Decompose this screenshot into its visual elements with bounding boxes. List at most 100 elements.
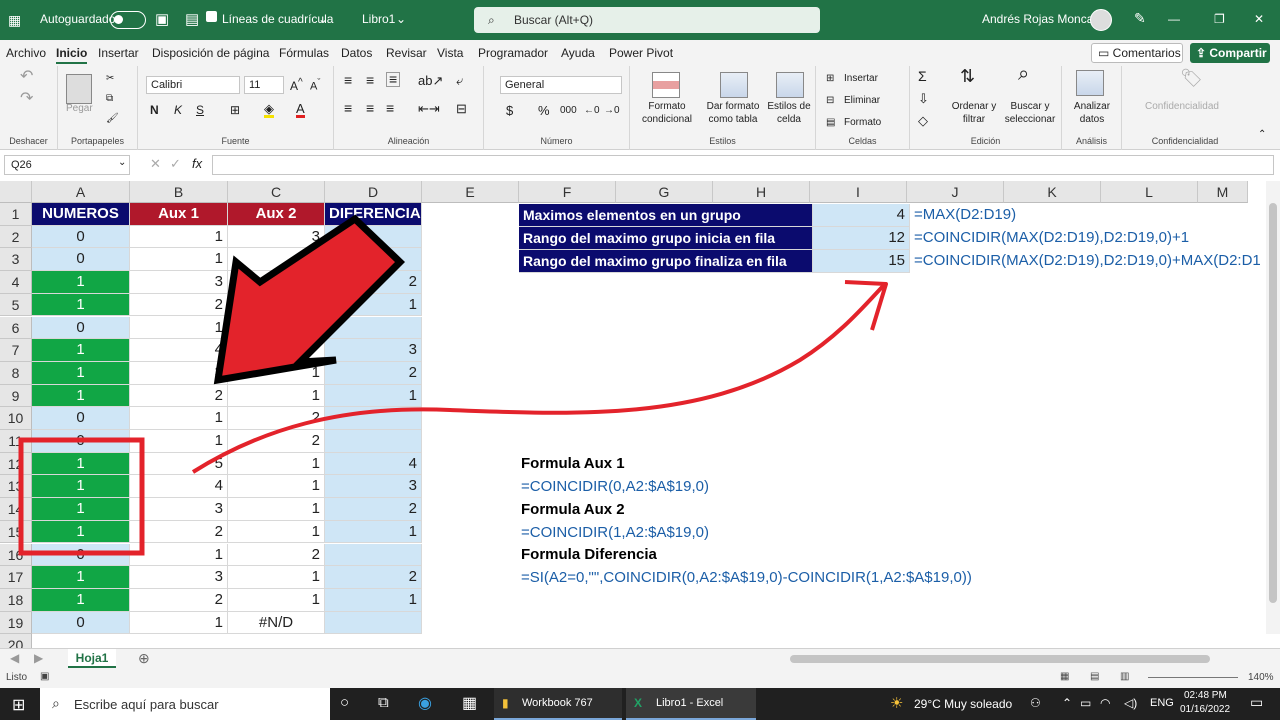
conditional-format-label-2[interactable]: condicional xyxy=(636,113,698,126)
horizontal-scrollbar[interactable] xyxy=(790,655,1210,663)
column-header[interactable]: J xyxy=(907,181,1004,203)
table-cell[interactable]: 1 xyxy=(325,520,422,544)
edge-icon[interactable]: ◉ xyxy=(418,693,432,713)
font-color-icon[interactable]: A xyxy=(296,102,305,118)
chevron-down-icon[interactable]: ⌄ xyxy=(318,12,328,26)
windows-start-icon[interactable]: ⊞ xyxy=(12,695,25,715)
table-cell[interactable]: Aux 1 xyxy=(130,203,228,226)
summary-value[interactable]: 4 xyxy=(813,204,910,227)
conditional-format-icon[interactable] xyxy=(652,72,680,98)
taskbar-search[interactable]: ⌕ Escribe aquí para buscar xyxy=(40,688,330,720)
tab-archivo[interactable]: Archivo xyxy=(6,46,46,60)
normal-view-icon[interactable]: ▦ xyxy=(1060,671,1069,682)
weather-sun-icon[interactable]: ☀ xyxy=(890,694,903,712)
undo-icon[interactable]: ↶ xyxy=(20,69,33,85)
save-icon[interactable]: ▣ xyxy=(155,10,169,28)
row-header[interactable]: 1 xyxy=(0,203,32,226)
row-header[interactable]: 8 xyxy=(0,361,32,385)
delete-cells-icon[interactable]: ⊟ xyxy=(826,94,834,107)
column-header[interactable]: L xyxy=(1101,181,1198,203)
notification-icon[interactable]: ▭ xyxy=(1250,694,1263,711)
table-cell[interactable]: 1 xyxy=(32,339,130,362)
summary-formula[interactable]: =COINCIDIR(MAX(D2:D19),D2:D19,0)+MAX(D2:… xyxy=(910,250,1264,273)
table-cell[interactable]: 2 xyxy=(325,271,422,294)
table-cell[interactable]: 3 xyxy=(228,225,325,249)
table-cell[interactable]: 1 xyxy=(228,384,325,408)
percent-button[interactable]: % xyxy=(538,104,550,117)
format-table-icon[interactable] xyxy=(720,72,748,98)
column-header[interactable]: D xyxy=(325,181,422,203)
table-cell[interactable]: 1 xyxy=(228,588,325,612)
show-hidden-icons-icon[interactable]: ⌃ xyxy=(1062,696,1072,710)
table-cell[interactable]: 1 xyxy=(130,611,228,635)
analyze-data-icon[interactable] xyxy=(1076,70,1104,96)
insert-cells-button[interactable]: Insertar xyxy=(844,72,878,85)
chevron-down-icon[interactable]: ⌄ xyxy=(118,157,126,168)
formula-input[interactable] xyxy=(212,155,1274,175)
table-cell[interactable] xyxy=(228,316,325,340)
tab-vista[interactable]: Vista xyxy=(437,46,463,60)
table-cell[interactable]: 1 xyxy=(325,588,422,612)
fx-button[interactable]: fx xyxy=(192,156,202,171)
increase-decimal-icon[interactable]: ←0 xyxy=(584,104,600,117)
table-cell[interactable] xyxy=(228,293,325,317)
table-cell[interactable]: 1 xyxy=(228,520,325,544)
redo-icon[interactable]: ↷ xyxy=(20,91,33,107)
table-cell[interactable] xyxy=(228,339,325,362)
table-cell[interactable]: 2 xyxy=(130,588,228,612)
restore-icon[interactable]: ❐ xyxy=(1214,12,1225,26)
sort-filter-label-2[interactable]: filtrar xyxy=(948,113,1000,126)
table-cell[interactable]: 1 xyxy=(228,475,325,499)
table-cell[interactable]: 4 xyxy=(130,475,228,499)
table-cell[interactable]: 2 xyxy=(325,361,422,385)
table-cell[interactable]: 2 xyxy=(228,430,325,453)
format-cells-button[interactable]: Formato xyxy=(844,116,881,129)
user-name[interactable]: Andrés Rojas Moncada xyxy=(982,12,1107,26)
note-formula[interactable]: =COINCIDIR(0,A2:$A$19,0) xyxy=(517,476,713,499)
avatar[interactable] xyxy=(1090,9,1112,31)
table-cell[interactable]: 1 xyxy=(130,225,228,249)
column-header[interactable]: F xyxy=(519,181,616,203)
table-cell[interactable]: 2 xyxy=(228,407,325,430)
row-header[interactable]: 3 xyxy=(0,248,32,272)
row-header[interactable]: 14 xyxy=(0,498,32,521)
tab-insertar[interactable]: Insertar xyxy=(98,46,139,60)
row-header[interactable]: 17 xyxy=(0,566,32,589)
font-size-select[interactable]: 11 xyxy=(244,76,284,94)
volume-icon[interactable]: ◁) xyxy=(1124,696,1137,710)
table-cell[interactable] xyxy=(325,430,422,453)
column-header[interactable]: G xyxy=(616,181,713,203)
table-cell[interactable]: 2 xyxy=(130,293,228,317)
table-cell[interactable]: 1 xyxy=(32,293,130,317)
table-cell[interactable]: DIFERENCIA xyxy=(325,203,422,226)
row-header[interactable]: 6 xyxy=(0,316,32,340)
table-cell[interactable]: 1 xyxy=(325,384,422,408)
table-cell[interactable]: 0 xyxy=(32,225,130,249)
summary-value[interactable]: 12 xyxy=(813,227,910,250)
gridlines-checkbox[interactable] xyxy=(206,11,217,22)
table-cell[interactable]: 3 xyxy=(130,271,228,294)
table-cell[interactable]: 2 xyxy=(325,498,422,521)
clock-date[interactable]: 01/16/2022 xyxy=(1180,704,1230,715)
table-cell[interactable]: 1 xyxy=(32,498,130,521)
table-cell[interactable]: 0 xyxy=(32,407,130,430)
table-cell[interactable]: 0 xyxy=(32,430,130,453)
summary-label[interactable]: Rango del maximo grupo finaliza en fila xyxy=(519,250,813,273)
comments-button[interactable]: ▭ Comentarios xyxy=(1091,43,1183,63)
row-header[interactable]: 16 xyxy=(0,543,32,567)
summary-value[interactable]: 15 xyxy=(813,250,910,273)
table-cell[interactable] xyxy=(325,543,422,567)
pen-icon[interactable]: ✎ xyxy=(1134,10,1146,27)
table-cell[interactable]: 1 xyxy=(32,566,130,589)
share-button[interactable]: ⇪ Compartir xyxy=(1190,43,1270,63)
note-title[interactable]: Formula Aux 2 xyxy=(517,499,629,522)
chevron-down-icon[interactable]: ⌄ xyxy=(396,12,406,26)
find-select-label-1[interactable]: Buscar y xyxy=(998,100,1062,113)
zoom-slider[interactable] xyxy=(1148,677,1238,678)
find-select-icon[interactable]: ⌕ xyxy=(1018,64,1029,84)
table-cell[interactable] xyxy=(325,225,422,249)
note-title[interactable]: Formula Aux 1 xyxy=(517,453,629,476)
weather-text[interactable]: 29°C Muy soleado xyxy=(914,697,1012,711)
clear-icon[interactable]: ◇ xyxy=(918,114,928,127)
row-header[interactable]: 12 xyxy=(0,452,32,476)
